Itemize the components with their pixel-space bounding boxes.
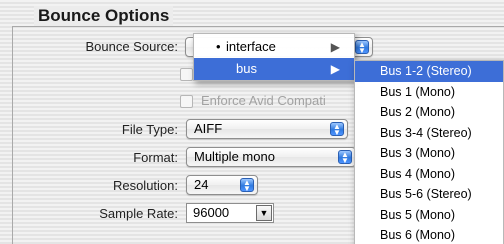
up-down-arrows-icon: ▲ ▼ [355,40,369,55]
file-type-value: AIFF [194,121,223,136]
submenu-item[interactable]: Bus 4 (Mono) [355,164,503,185]
up-down-arrows-icon: ▲ ▼ [240,178,254,193]
resolution-value: 24 [194,177,209,192]
format-value: Multiple mono [194,149,275,164]
triangle-right-icon: ▶ [330,40,340,54]
menu-item-bus[interactable]: bus ▶ [194,58,354,80]
format-popup[interactable]: Multiple mono ▲ ▼ [186,147,356,167]
submenu-item[interactable]: Bus 6 (Mono) [355,225,503,244]
bounce-source-label: Bounce Source: [85,39,178,54]
resolution-label: Resolution: [112,178,178,193]
sample-rate-value: 96000 [193,205,230,220]
sample-rate-label: Sample Rate: [99,206,178,221]
up-down-arrows-icon: ▲ ▼ [330,122,344,137]
enforce-avid-checkbox[interactable] [180,95,193,108]
resolution-popup[interactable]: 24 ▲ ▼ [186,175,258,195]
file-type-label: File Type: [121,122,178,137]
file-type-popup[interactable]: AIFF ▲ ▼ [186,119,348,139]
bus-submenu: Bus 1-2 (Stereo) Bus 1 (Mono) Bus 2 (Mon… [354,60,504,244]
submenu-item[interactable]: Bus 1-2 (Stereo) [355,61,503,82]
triangle-right-icon: ▶ [330,62,340,76]
submenu-item[interactable]: Bus 5 (Mono) [355,205,503,226]
enforce-avid-label: Enforce Avid Compati [201,93,326,108]
sample-rate-combo[interactable]: 96000 ▼ [186,203,274,223]
submenu-item[interactable]: Bus 3 (Mono) [355,143,503,164]
checkmark-bullet: • [216,39,221,54]
group-title: Bounce Options [34,6,174,26]
submenu-item[interactable]: Bus 5-6 (Stereo) [355,184,503,205]
up-down-arrows-icon: ▲ ▼ [338,150,352,165]
format-label: Format: [133,150,178,165]
menu-item-bus-label: bus [236,61,257,76]
submenu-item[interactable]: Bus 3-4 (Stereo) [355,123,503,144]
checkbox-hidden[interactable] [180,68,193,81]
submenu-item[interactable]: Bus 2 (Mono) [355,102,503,123]
triangle-down-icon[interactable]: ▼ [256,205,272,221]
menu-item-interface-label: interface [226,39,276,54]
menu-item-interface[interactable]: • interface ▶ [194,36,354,58]
bounce-source-menu: • interface ▶ bus ▶ [193,33,355,81]
submenu-item[interactable]: Bus 1 (Mono) [355,82,503,103]
